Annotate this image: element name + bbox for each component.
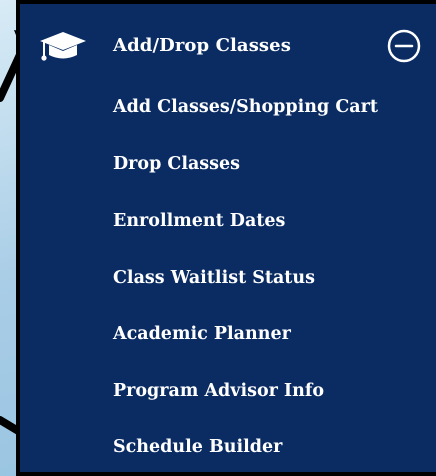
add-drop-classes-menu: Add/Drop Classes Add Classes/Shopping Ca… [16,0,436,476]
menu-header-label[interactable]: Add/Drop Classes [113,35,291,56]
menu-item-academic-planner[interactable]: Academic Planner [113,324,291,344]
menu-item-program-advisor-info[interactable]: Program Advisor Info [113,381,324,401]
menu-item-schedule-builder[interactable]: Schedule Builder [113,437,282,457]
graduation-cap-icon [40,32,86,61]
menu-item-add-classes-shopping-cart[interactable]: Add Classes/Shopping Cart [113,97,378,117]
menu-header[interactable]: Add/Drop Classes [20,18,436,74]
collapse-minus-icon[interactable] [386,28,422,64]
menu-item-drop-classes[interactable]: Drop Classes [113,154,240,174]
menu-item-enrollment-dates[interactable]: Enrollment Dates [113,211,285,231]
menu-item-class-waitlist-status[interactable]: Class Waitlist Status [113,268,315,288]
